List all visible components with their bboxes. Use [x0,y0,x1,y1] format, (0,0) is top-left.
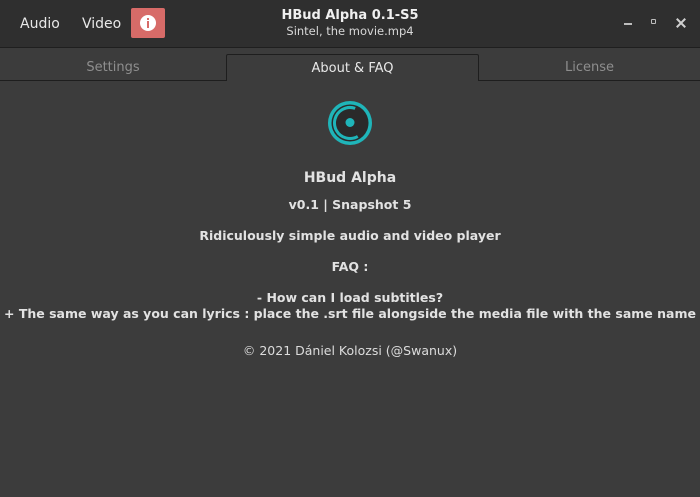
audio-button[interactable]: Audio [10,9,70,39]
app-name: HBud Alpha [303,170,397,186]
window-subtitle: Sintel, the movie.mp4 [286,24,414,38]
tab-bar: Settings About & FAQ License [0,54,700,81]
maximize-icon [651,19,656,24]
faq-question: - How can I load subtitles? [256,290,444,305]
close-button[interactable] [673,15,689,31]
minimize-button[interactable] [621,15,637,31]
about-button[interactable] [131,8,165,38]
copyright-text: © 2021 Dániel Kolozsi (@Swanux) [242,343,458,358]
tab-about-faq[interactable]: About & FAQ [226,54,479,81]
hbud-logo-icon [328,101,372,145]
tab-license[interactable]: License [479,54,700,81]
maximize-button[interactable] [647,15,663,31]
app-description: Ridiculously simple audio and video play… [199,228,501,243]
about-page: HBud Alpha v0.1 | Snapshot 5 Ridiculousl… [0,81,700,497]
header-bar: Audio Video HBud Alpha 0.1-S5 Sintel, th… [0,0,700,48]
tab-settings[interactable]: Settings [0,54,226,81]
faq-heading: FAQ : [331,259,369,274]
video-button[interactable]: Video [72,9,131,39]
window-title: HBud Alpha 0.1-S5 [281,8,419,23]
minimize-icon [624,23,632,25]
faq-answer: + The same way as you can lyrics : place… [4,306,696,321]
info-icon [140,15,156,31]
window-title-block: HBud Alpha 0.1-S5 Sintel, the movie.mp4 [200,7,500,39]
app-version: v0.1 | Snapshot 5 [288,197,412,212]
app-window: Audio Video HBud Alpha 0.1-S5 Sintel, th… [0,0,700,497]
